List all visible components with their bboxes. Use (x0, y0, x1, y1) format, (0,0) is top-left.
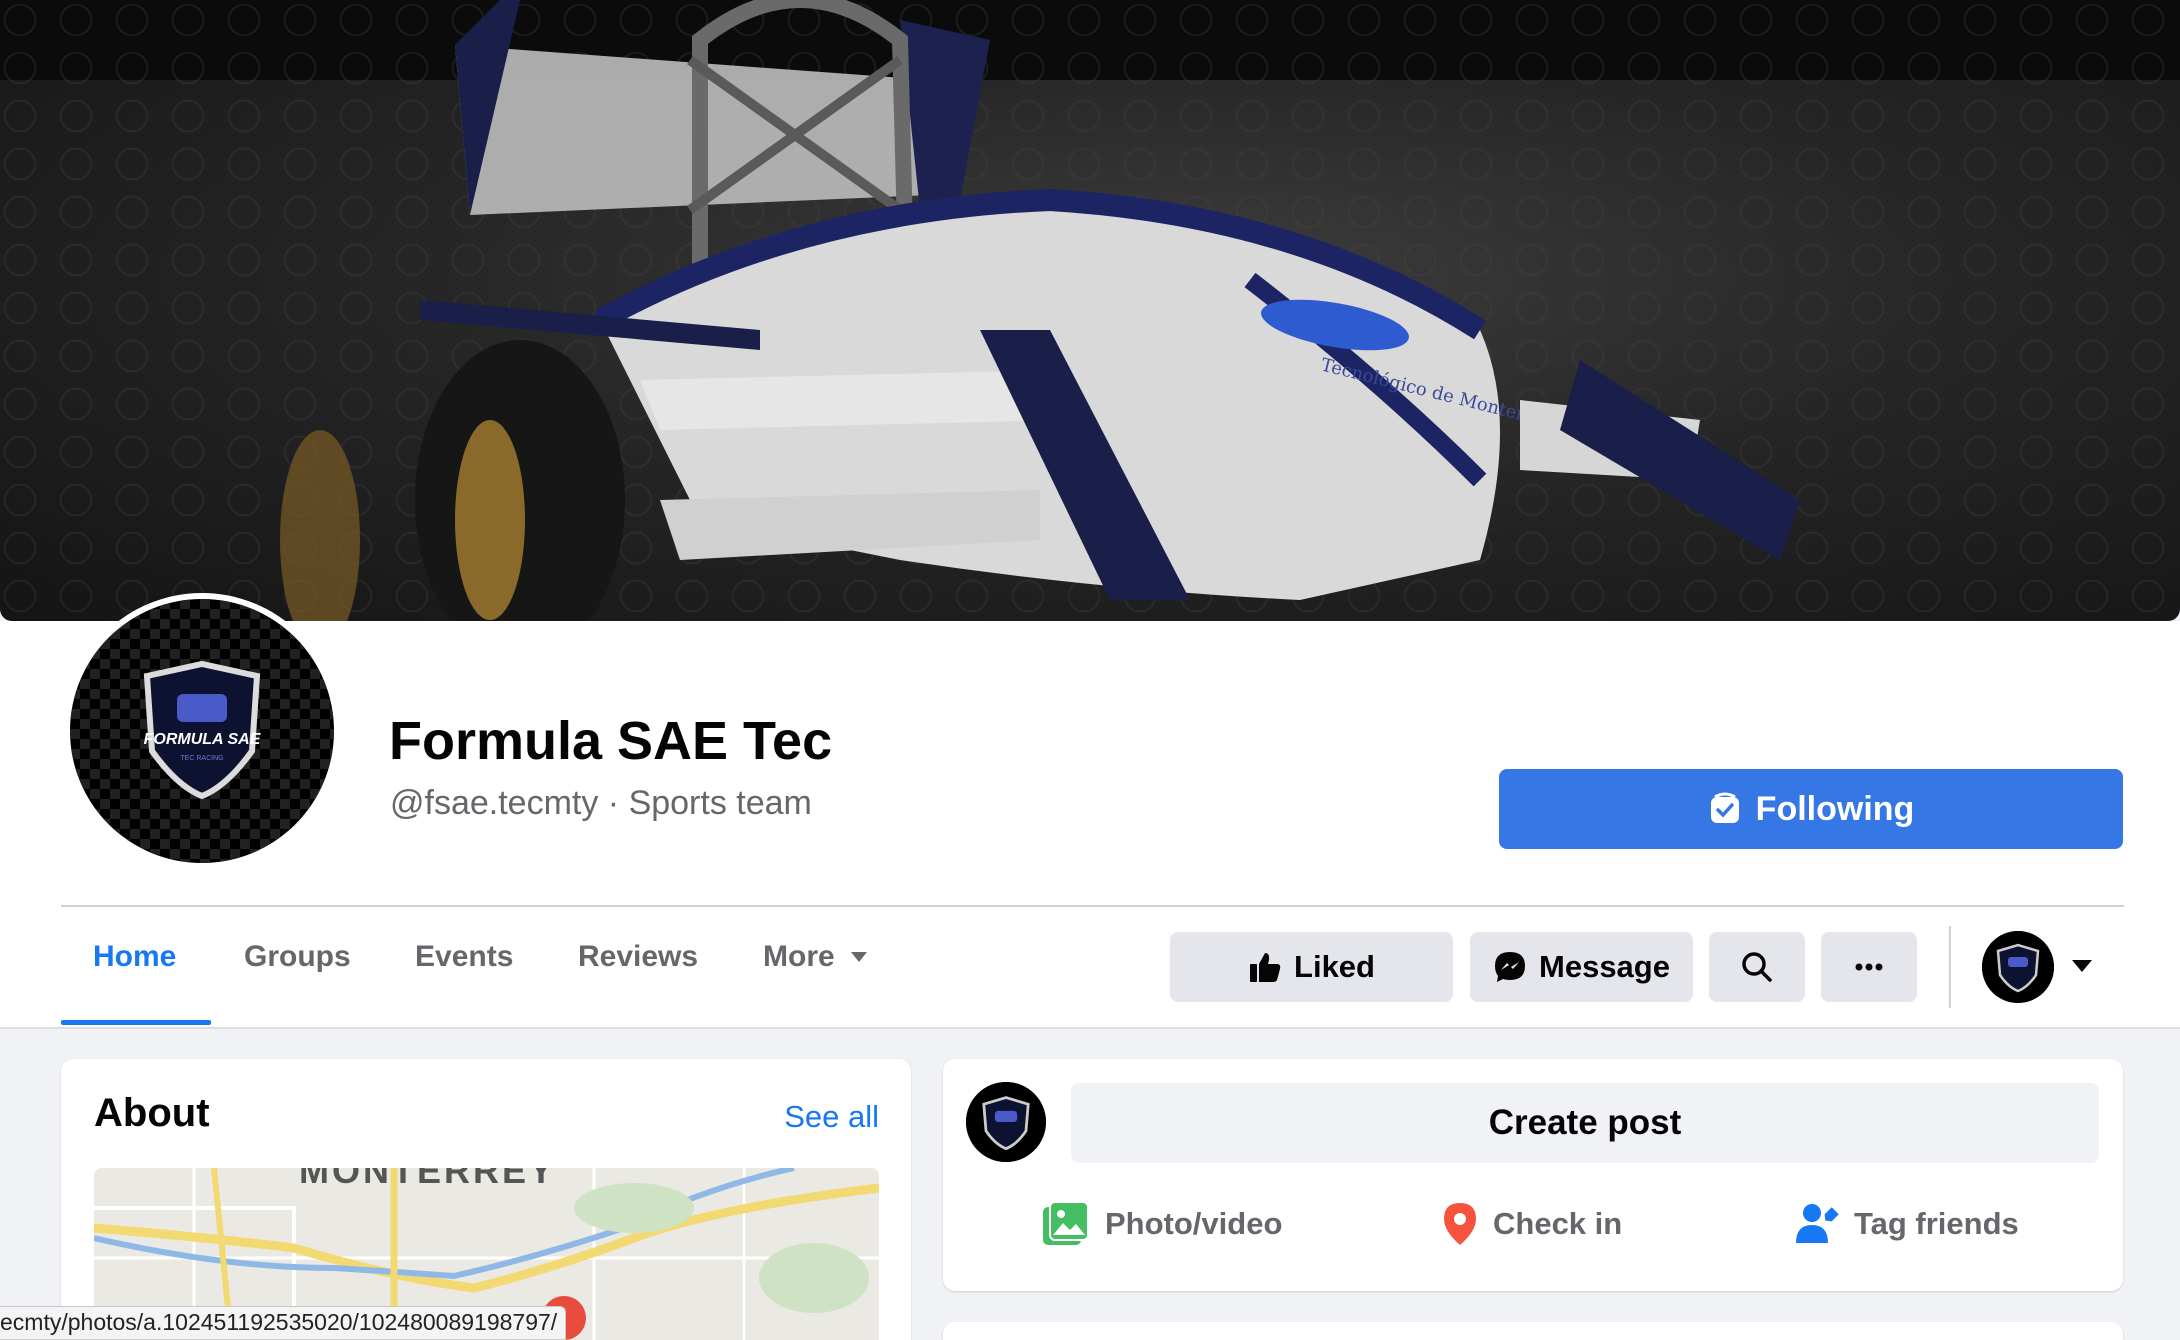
create-post-card: Create post Photo/video Check in Tag fri… (943, 1059, 2123, 1291)
check-in-action[interactable]: Check in (1441, 1201, 1622, 1247)
next-post-card (943, 1322, 2123, 1340)
tag-friends-label: Tag friends (1854, 1206, 2019, 1241)
page-logo-small-icon (1982, 931, 2054, 1003)
page-title: Formula SAE Tec (389, 711, 833, 771)
following-label: Following (1755, 789, 1915, 828)
logo-subtext: TEC RACING (180, 755, 223, 762)
page-avatar[interactable]: FORMULA SAE TEC RACING (64, 593, 340, 869)
actions-separator (1949, 926, 1951, 1008)
following-button[interactable]: Following (1499, 769, 2123, 849)
see-all-link[interactable]: See all (784, 1099, 879, 1135)
race-car-image: Tecnológico de Monterrey (280, 0, 1800, 621)
page-handle-category: @fsae.tecmty · Sports team (390, 784, 812, 822)
liked-button[interactable]: Liked (1170, 932, 1453, 1002)
about-title: About (94, 1091, 210, 1135)
tab-reviews[interactable]: Reviews (578, 940, 698, 974)
map-city-label: MONTERREY (299, 1168, 557, 1191)
photo-video-label: Photo/video (1105, 1206, 1283, 1241)
caret-down-icon[interactable] (2072, 960, 2092, 972)
search-icon (1742, 952, 1772, 982)
message-button[interactable]: Message (1470, 932, 1693, 1002)
voice-switcher-avatar[interactable] (1982, 931, 2054, 1003)
photo-video-action[interactable]: Photo/video (1041, 1201, 1282, 1247)
shield-logo-icon: FORMULA SAE TEC RACING (144, 660, 262, 800)
messenger-icon (1495, 952, 1526, 982)
cover-photo[interactable]: Tecnológico de Monterrey (0, 0, 2180, 621)
tab-events[interactable]: Events (415, 940, 513, 974)
logo-text: FORMULA SAE (144, 731, 262, 748)
thumbs-up-icon (1250, 953, 1281, 982)
search-button[interactable] (1709, 932, 1805, 1002)
chevron-down-icon (850, 952, 867, 962)
tag-friends-action[interactable]: Tag friends (1794, 1201, 2019, 1247)
liked-label: Liked (1294, 949, 1375, 984)
tab-more-label: More (763, 940, 835, 973)
tag-friends-icon (1796, 1204, 1839, 1243)
more-options-button[interactable] (1821, 932, 1917, 1002)
page-logo: FORMULA SAE TEC RACING (70, 599, 334, 863)
check-in-label: Check in (1493, 1206, 1623, 1241)
tab-home[interactable]: Home (93, 940, 176, 974)
composer-avatar[interactable] (966, 1082, 1046, 1162)
create-post-button[interactable]: Create post (1071, 1083, 2099, 1163)
status-bar-url: ecmty/photos/a.102451192535020/102480089… (0, 1306, 567, 1340)
active-tab-indicator (61, 1020, 211, 1025)
ellipsis-icon (1855, 963, 1883, 971)
photo-icon (1043, 1201, 1089, 1245)
following-check-icon (1710, 792, 1739, 823)
tab-groups[interactable]: Groups (244, 940, 351, 974)
location-pin-icon (1444, 1203, 1476, 1245)
header-divider (61, 905, 2124, 907)
tab-more[interactable]: More (763, 940, 867, 974)
page-logo-small-icon (966, 1082, 1046, 1162)
message-label: Message (1539, 949, 1670, 984)
about-card: About See all MONTERREY (61, 1059, 911, 1340)
header-bottom-border (0, 1027, 2180, 1029)
